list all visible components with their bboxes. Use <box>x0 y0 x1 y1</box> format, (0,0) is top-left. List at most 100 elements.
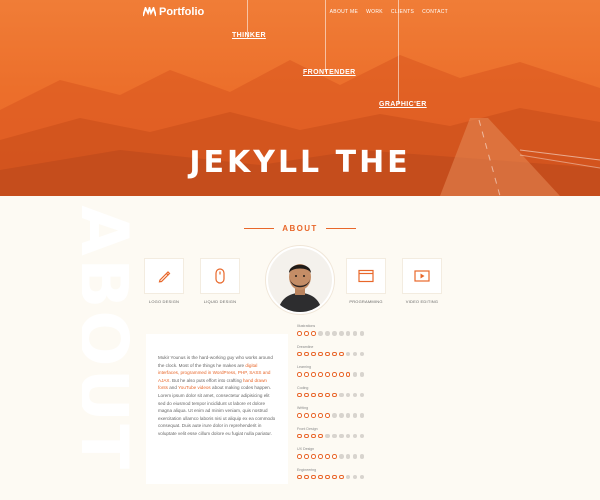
rating-row: Front Design <box>297 426 407 447</box>
rating-dot-filled <box>324 474 330 480</box>
rating-label: Writing <box>297 406 309 410</box>
nav-contact[interactable]: CONTACT <box>422 9 448 15</box>
rating-dot-empty <box>338 331 344 336</box>
rating-dot-filled <box>338 351 344 357</box>
rating-dot-filled <box>297 351 302 357</box>
rating-dot-empty <box>352 433 358 439</box>
rating-dots <box>297 392 407 398</box>
bio-link-youtube[interactable]: YouTube videos <box>178 385 211 390</box>
rating-label: Learning <box>297 365 311 369</box>
rating-row: Learning <box>297 364 407 385</box>
nav-clients[interactable]: CLIENTS <box>391 9 414 15</box>
rating-dot-filled <box>345 372 351 377</box>
heading-rule-right <box>325 228 356 229</box>
rating-row: Writing <box>297 405 407 426</box>
role-frontender: FRONTENDER <box>303 69 356 76</box>
about-heading: ABOUT <box>0 224 600 233</box>
rating-dot-empty <box>345 454 351 459</box>
role-connector-line <box>325 0 326 72</box>
rating-dot-filled <box>310 372 316 377</box>
rating-dot-filled <box>297 331 302 336</box>
rating-dot-empty <box>345 392 351 398</box>
rating-dot-empty <box>359 351 365 357</box>
rating-dot-empty <box>338 392 344 398</box>
skill-label: LIQUID DESIGN <box>203 299 237 304</box>
skill-icon-box <box>402 258 442 294</box>
rating-dot-filled <box>331 474 337 480</box>
rating-dot-empty <box>359 474 365 480</box>
rating-dot-filled <box>310 433 316 439</box>
rating-dot-empty <box>359 433 365 439</box>
browser-window-icon <box>358 269 374 283</box>
rating-dot-empty <box>352 392 358 398</box>
rating-dot-empty <box>359 454 365 459</box>
logo-text: Portfolio <box>159 6 205 18</box>
pen-icon <box>158 271 171 283</box>
rating-dot-empty <box>317 331 323 336</box>
nav-about-me[interactable]: ABOUT ME <box>330 9 358 15</box>
rating-dot-filled <box>317 351 323 357</box>
skill-ratings: Illustrations Dreamline Learning Coding Writ… <box>297 323 407 487</box>
rating-dot-filled <box>324 413 330 418</box>
rating-label: Illustrations <box>297 324 316 328</box>
skill-programming: PROGRAMMING <box>342 258 390 304</box>
rating-dot-filled <box>317 433 323 439</box>
rating-dot-filled <box>317 392 323 398</box>
profile-photo <box>268 248 332 312</box>
rating-dot-empty <box>345 351 351 357</box>
rating-dot-empty <box>345 331 351 336</box>
rating-dot-filled <box>303 392 309 398</box>
rating-dot-empty <box>352 454 358 459</box>
rating-dots <box>297 454 407 459</box>
rating-dot-filled <box>317 413 323 418</box>
rating-dot-filled <box>331 392 337 398</box>
about-heading-text: ABOUT <box>282 224 318 233</box>
hero-banner: Portfolio ABOUT ME WORK CLIENTS CONTACT … <box>0 0 600 196</box>
rating-dot-filled <box>303 433 309 439</box>
skill-icon-box <box>346 258 386 294</box>
skill-logo-design: LOGO DESIGN <box>140 258 188 304</box>
rating-dot-filled <box>324 454 330 459</box>
rating-dot-empty <box>338 454 344 459</box>
rating-row: Dreamline <box>297 344 407 365</box>
skill-icon-box <box>200 258 240 294</box>
rating-dot-filled <box>303 351 309 357</box>
site-logo[interactable]: Portfolio <box>143 6 204 18</box>
main-nav: ABOUT ME WORK CLIENTS CONTACT <box>330 9 448 15</box>
play-button-icon <box>414 270 430 282</box>
rating-dots <box>297 372 407 377</box>
rating-label: UX Design <box>297 447 315 451</box>
logo-icon <box>143 7 156 17</box>
rating-dot-empty <box>359 331 365 336</box>
role-connector-line <box>398 0 399 104</box>
rating-dot-filled <box>310 413 316 418</box>
rating-dot-filled <box>303 331 309 336</box>
rating-dot-empty <box>352 372 358 377</box>
rating-dot-filled <box>331 372 337 377</box>
nav-work[interactable]: WORK <box>366 9 383 15</box>
rating-label: Engineering <box>297 467 317 472</box>
rating-label: Front Design <box>297 426 318 431</box>
skill-label: VIDEO EDITING <box>405 299 439 304</box>
rating-dot-filled <box>324 351 330 357</box>
rating-dot-empty <box>359 372 365 377</box>
heading-rule-left <box>244 228 275 229</box>
rating-row: UX Design <box>297 446 407 467</box>
rating-dot-filled <box>324 372 330 377</box>
rating-dot-filled <box>310 392 316 398</box>
rating-dot-filled <box>303 454 309 459</box>
skill-label: PROGRAMMING <box>349 299 383 304</box>
rating-dot-filled <box>338 372 344 377</box>
rating-dot-empty <box>324 433 330 439</box>
bio-card: Mukir Younus is the hard-working guy who… <box>146 334 288 484</box>
rating-dot-filled <box>303 474 309 480</box>
rating-dot-filled <box>310 331 316 336</box>
rating-dot-filled <box>310 474 316 480</box>
rating-dot-filled <box>310 454 316 459</box>
rating-dot-empty <box>345 474 351 480</box>
rating-dots <box>297 351 407 357</box>
rating-dots <box>297 331 407 336</box>
role-graphicer: GRAPHIC'ER <box>379 101 427 108</box>
rating-dots <box>297 413 407 418</box>
hero-title: JEKYLL THE <box>189 145 411 180</box>
